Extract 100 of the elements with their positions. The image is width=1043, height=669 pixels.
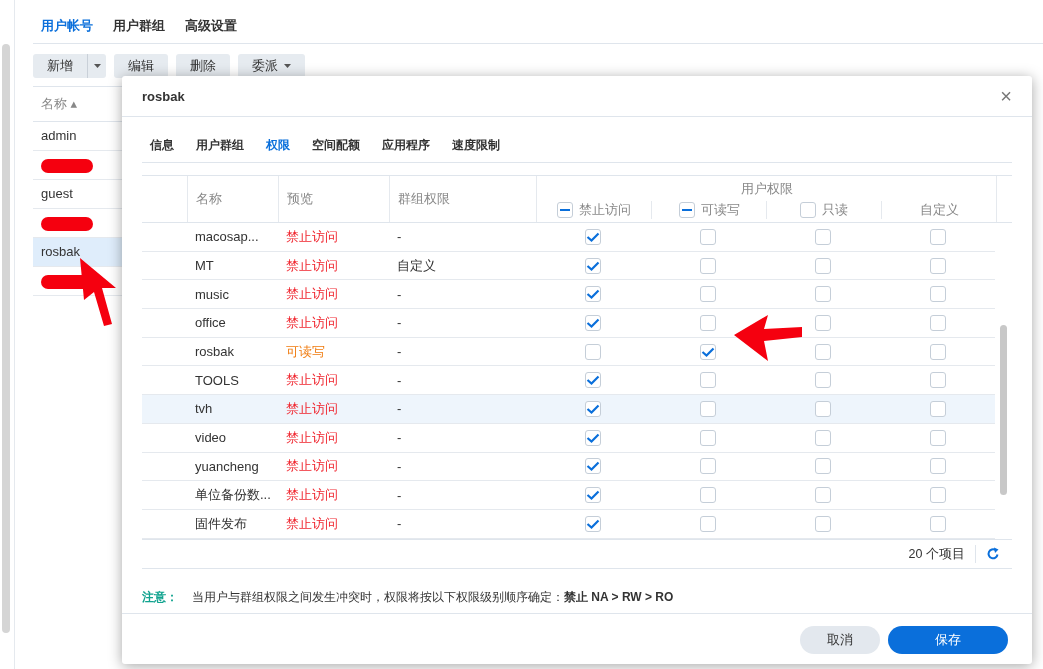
checkbox[interactable]	[585, 515, 602, 532]
checkbox[interactable]	[814, 314, 831, 331]
table-row[interactable]: tvh 禁止访问 -	[142, 395, 995, 424]
table-cell-text: 禁止访问	[285, 313, 339, 332]
checkbox[interactable]	[929, 286, 946, 303]
checkbox[interactable]	[814, 286, 831, 303]
checkbox[interactable]	[929, 343, 946, 360]
table-cell-text: -	[396, 286, 403, 302]
table-row[interactable]: MT 禁止访问 自定义	[142, 251, 995, 281]
table-row[interactable]: music 禁止访问 -	[142, 280, 995, 310]
table-cell-text: 禁止访问	[285, 256, 339, 275]
tab[interactable]: 速度限制	[452, 137, 500, 154]
column-header: 只读	[822, 201, 848, 219]
tab[interactable]: 应用程序	[382, 137, 430, 154]
checkbox[interactable]	[700, 487, 717, 504]
tab[interactable]: 用户群组	[196, 137, 244, 154]
table-cell-text: -	[396, 401, 403, 417]
checkbox[interactable]	[700, 257, 717, 274]
checkbox[interactable]	[929, 314, 946, 331]
toolbar-button[interactable]: 删除	[176, 54, 230, 78]
refresh-icon[interactable]	[986, 547, 1000, 561]
note-text: 当用户与群组权限之间发生冲突时，权限将按以下权限级别顺序确定：禁止 NA > RW > RO	[192, 589, 674, 606]
table-cell-text: -	[396, 229, 403, 245]
checkbox[interactable]	[814, 228, 831, 245]
checkbox[interactable]	[814, 400, 831, 417]
table-cell-text: -	[396, 458, 403, 474]
checkbox[interactable]	[700, 286, 717, 303]
cancel-button[interactable]: 取消	[800, 626, 880, 654]
checkbox[interactable]	[929, 400, 946, 417]
checkbox[interactable]	[585, 286, 602, 303]
checkbox[interactable]	[929, 515, 946, 532]
checkbox[interactable]	[929, 372, 946, 389]
toolbar-button[interactable]: 委派	[238, 54, 305, 78]
checkbox[interactable]	[800, 202, 816, 218]
checkbox[interactable]	[585, 343, 602, 360]
tab[interactable]: 权限	[266, 137, 290, 154]
checkbox[interactable]	[585, 314, 602, 331]
annotation-arrow	[734, 315, 804, 361]
checkbox[interactable]	[585, 257, 602, 274]
table-cell-text: 自定义	[396, 256, 437, 275]
table-cell-text: 可读写	[285, 342, 326, 361]
checkbox[interactable]	[929, 228, 946, 245]
table-cell-text: 禁止访问	[285, 285, 339, 304]
checkbox[interactable]	[700, 400, 717, 417]
table-cell-text: yuancheng	[194, 458, 260, 474]
table-cell-text: 固件发布	[194, 514, 248, 533]
tab[interactable]: 用户群组	[113, 18, 165, 35]
checkbox[interactable]	[700, 314, 717, 331]
save-button[interactable]: 保存	[888, 626, 1008, 654]
checkbox[interactable]	[814, 429, 831, 446]
checkbox[interactable]	[557, 202, 573, 218]
checkbox[interactable]	[700, 228, 717, 245]
column-header: 自定义	[919, 201, 959, 219]
table-row[interactable]: 单位备份数... 禁止访问 -	[142, 481, 995, 510]
table-cell-text: MT	[194, 258, 215, 274]
table-cell-text: 禁止访问	[285, 428, 339, 447]
toolbar-button[interactable]: 编辑	[114, 54, 168, 78]
table-cell-text: rosbak	[194, 344, 236, 360]
checkbox[interactable]	[929, 458, 946, 475]
checkbox[interactable]	[585, 372, 602, 389]
checkbox[interactable]	[814, 343, 831, 360]
scrollbar[interactable]	[2, 44, 10, 633]
table-cell-text: music	[194, 286, 230, 302]
checkbox[interactable]	[700, 372, 717, 389]
checkbox[interactable]	[814, 515, 831, 532]
scrollbar-thumb[interactable]	[1000, 325, 1007, 495]
checkbox[interactable]	[700, 343, 717, 360]
table-cell-text: 禁止访问	[285, 227, 339, 246]
checkbox[interactable]	[585, 228, 602, 245]
checkbox[interactable]	[814, 372, 831, 389]
checkbox[interactable]	[929, 429, 946, 446]
checkbox[interactable]	[585, 458, 602, 475]
table-cell-text: tvh	[194, 401, 214, 417]
table-cell-text: 单位备份数...	[194, 486, 272, 505]
tab[interactable]: 用户帐号	[41, 18, 93, 35]
create-button[interactable]: 新增	[33, 54, 106, 78]
checkbox[interactable]	[814, 458, 831, 475]
checkbox[interactable]	[700, 429, 717, 446]
checkbox[interactable]	[700, 515, 717, 532]
table-row[interactable]: video 禁止访问 -	[142, 423, 995, 453]
table-cell-text: -	[396, 344, 403, 360]
table-row[interactable]: yuancheng 禁止访问 -	[142, 452, 995, 482]
checkbox[interactable]	[929, 487, 946, 504]
checkbox[interactable]	[700, 458, 717, 475]
table-row[interactable]: macosap... 禁止访问 -	[142, 223, 995, 252]
checkbox[interactable]	[814, 257, 831, 274]
close-button[interactable]: ×	[1000, 84, 1012, 108]
checkbox[interactable]	[678, 202, 695, 218]
table-cell-text: 禁止访问	[285, 399, 339, 418]
column-header: 群组权限	[389, 176, 536, 222]
checkbox[interactable]	[814, 487, 831, 504]
tab[interactable]: 空间配额	[312, 137, 360, 154]
checkbox[interactable]	[585, 429, 602, 446]
tab[interactable]: 高级设置	[185, 18, 237, 35]
checkbox[interactable]	[585, 400, 602, 417]
table-cell-text: TOOLS	[194, 372, 240, 388]
table-row[interactable]: 固件发布 禁止访问 -	[142, 509, 995, 539]
checkbox[interactable]	[929, 257, 946, 274]
caret-icon	[93, 64, 101, 68]
checkbox[interactable]	[585, 487, 602, 504]
